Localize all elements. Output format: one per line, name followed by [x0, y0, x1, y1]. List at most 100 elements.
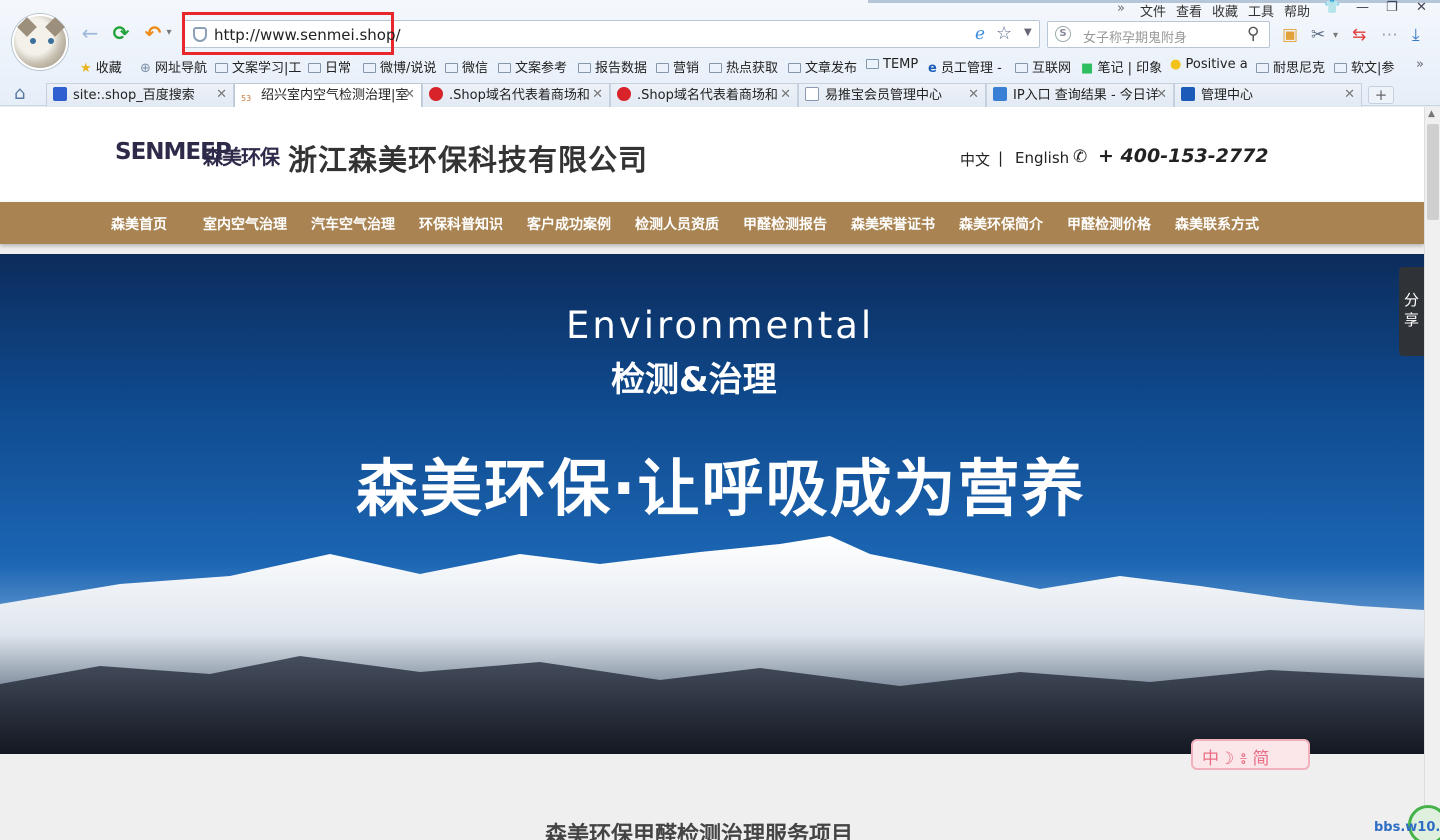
- bookmark-label: Positive a: [1185, 57, 1248, 72]
- translate-icon[interactable]: ⇆: [1352, 25, 1366, 45]
- nav-report[interactable]: 甲醛检测报告: [743, 214, 827, 234]
- tab-close-icon[interactable]: ✕: [968, 87, 979, 102]
- home-icon[interactable]: ⌂: [14, 83, 25, 104]
- menu-favorites[interactable]: 收藏: [1212, 1, 1238, 20]
- tab-senmei[interactable]: 53 绍兴室内空气检测治理|室 ✕: [234, 83, 422, 107]
- tab-close-icon[interactable]: ✕: [1156, 87, 1167, 102]
- bookmark-folder-report[interactable]: 报告数据: [578, 57, 647, 76]
- bookmark-overflow-icon[interactable]: »: [1416, 57, 1424, 72]
- nav-indoor-air[interactable]: 室内空气治理: [203, 214, 287, 234]
- nav-about[interactable]: 森美环保简介: [959, 214, 1043, 234]
- refresh-icon[interactable]: ⟳: [110, 22, 132, 44]
- bookmark-folder-soft[interactable]: 软文|参: [1334, 57, 1394, 76]
- more-icon[interactable]: ⋯: [1381, 25, 1398, 45]
- search-box[interactable]: S 女子称孕期鬼附身 ⚲: [1047, 21, 1270, 48]
- menu-file[interactable]: 文件: [1140, 1, 1166, 20]
- tab-yituibao[interactable]: 易推宝会员管理中心 ✕: [798, 83, 986, 107]
- favorite-star-icon[interactable]: ☆: [996, 23, 1012, 44]
- search-placeholder[interactable]: 女子称孕期鬼附身: [1083, 27, 1187, 46]
- bookmark-folder-hot[interactable]: 热点获取: [709, 57, 778, 76]
- nav-car-air[interactable]: 汽车空气治理: [311, 214, 395, 234]
- bookmark-positive[interactable]: ● Positive a: [1170, 57, 1248, 72]
- ie-compat-icon[interactable]: ℯ: [975, 24, 985, 44]
- share-button[interactable]: 分 享: [1399, 267, 1424, 356]
- avatar-ear-left: [17, 17, 37, 37]
- lang-english-link[interactable]: English: [1015, 149, 1069, 167]
- tab-admin[interactable]: 管理中心 ✕: [1174, 83, 1362, 107]
- nav-honors[interactable]: 森美荣誉证书: [851, 214, 935, 234]
- red-e-icon: [429, 87, 443, 101]
- bookmark-folder-temp[interactable]: TEMP: [866, 57, 918, 72]
- nav-cases[interactable]: 客户成功案例: [527, 214, 611, 234]
- bookmark-label: 笔记 | 印象: [1097, 61, 1163, 76]
- nav-science[interactable]: 环保科普知识: [419, 214, 503, 234]
- address-url[interactable]: http://www.senmei.shop/: [214, 26, 401, 44]
- lang-chinese-link[interactable]: 中文: [960, 149, 990, 170]
- search-icon[interactable]: ⚲: [1247, 24, 1259, 44]
- bookmark-tool-icon[interactable]: ▣: [1282, 25, 1298, 45]
- bookmark-folder-nesi[interactable]: 耐思尼克: [1256, 57, 1325, 76]
- bookmark-label: 热点获取: [726, 61, 779, 76]
- menu-tools[interactable]: 工具: [1248, 1, 1274, 20]
- restore-icon[interactable]: ❐: [1386, 0, 1398, 15]
- folder-icon: [363, 63, 376, 73]
- page-scrollbar[interactable]: ▲: [1424, 107, 1440, 840]
- tab-baidu-search[interactable]: site:.shop_百度搜索 ✕: [46, 83, 234, 107]
- nav-price[interactable]: 甲醛检测价格: [1067, 214, 1151, 234]
- address-dropdown-icon[interactable]: ▼: [1024, 27, 1032, 38]
- bookmark-folder-weibo[interactable]: 微博/说说: [363, 57, 436, 76]
- bookmark-label: 微博/说说: [380, 61, 437, 76]
- download-icon[interactable]: ⤓: [1412, 25, 1420, 45]
- phone-digits: 400-153-2772: [1120, 145, 1269, 167]
- scrollbar-thumb[interactable]: [1427, 124, 1439, 220]
- bookmark-evernote[interactable]: ■ 笔记 | 印象: [1081, 57, 1162, 76]
- bookmark-folder-copy[interactable]: 文案学习|工: [215, 57, 301, 76]
- tab-shop-domain-1[interactable]: .Shop域名代表着商场和 ✕: [422, 83, 610, 107]
- bookmark-folder-publish[interactable]: 文章发布: [788, 57, 857, 76]
- nav-contact[interactable]: 森美联系方式: [1175, 214, 1259, 234]
- folder-icon: [866, 59, 879, 69]
- scissors-dropdown-icon[interactable]: ▾: [1333, 30, 1338, 41]
- minimize-icon[interactable]: —: [1356, 0, 1369, 15]
- tab-shop-domain-2[interactable]: .Shop域名代表着商场和 ✕: [610, 83, 798, 107]
- security-shield-icon[interactable]: [193, 27, 207, 42]
- tab-bar: ⌂ site:.shop_百度搜索 ✕ 53 绍兴室内空气检测治理|室 ✕ .Shop…: [0, 81, 1440, 107]
- scissors-icon[interactable]: ✂: [1311, 25, 1325, 45]
- undo-icon[interactable]: ↶: [142, 22, 164, 44]
- bookmark-favorites[interactable]: ★ 收藏: [80, 57, 122, 76]
- bookmark-label: 微信: [462, 61, 489, 76]
- bookmark-folder-internet[interactable]: 互联网: [1015, 57, 1071, 76]
- banner-title-cn: 检测&治理: [611, 360, 777, 400]
- bookmark-folder-wechat[interactable]: 微信: [445, 57, 488, 76]
- tab-close-icon[interactable]: ✕: [780, 87, 791, 102]
- tab-close-icon[interactable]: ✕: [404, 87, 415, 102]
- bookmark-site-nav[interactable]: ⊕ 网址导航: [140, 57, 207, 76]
- search-engine-icon[interactable]: S: [1055, 26, 1071, 42]
- user-avatar[interactable]: [12, 14, 68, 70]
- bookmark-folder-marketing[interactable]: 营销: [656, 57, 699, 76]
- ime-status-badge[interactable]: 中☽ ៖ 简: [1191, 739, 1310, 770]
- skin-icon[interactable]: 👕: [1324, 0, 1340, 15]
- new-tab-button[interactable]: +: [1368, 86, 1394, 104]
- address-bar[interactable]: http://www.senmei.shop/ ℯ ☆ ▼: [182, 12, 1040, 55]
- star-icon: ★: [80, 61, 92, 76]
- undo-dropdown-icon[interactable]: ▾: [164, 22, 174, 44]
- menu-help[interactable]: 帮助: [1284, 1, 1310, 20]
- tab-close-icon[interactable]: ✕: [216, 87, 227, 102]
- bookmark-folder-daily[interactable]: 日常: [308, 57, 351, 76]
- bookmark-staff[interactable]: e 员工管理 -: [928, 57, 1002, 76]
- nav-qualification[interactable]: 检测人员资质: [635, 214, 719, 234]
- site-logo-cn[interactable]: 森美环保: [203, 141, 280, 170]
- close-window-icon[interactable]: ✕: [1416, 0, 1427, 15]
- bookmark-folder-copyref[interactable]: 文案参考: [498, 57, 567, 76]
- menu-overflow-icon[interactable]: »: [1117, 1, 1125, 16]
- tab-close-icon[interactable]: ✕: [592, 87, 603, 102]
- back-arrow-icon[interactable]: ←: [79, 22, 101, 44]
- menu-view[interactable]: 查看: [1176, 1, 1202, 20]
- folder-icon: [498, 63, 511, 73]
- scroll-up-icon[interactable]: ▲: [1428, 109, 1435, 119]
- tab-ip-query[interactable]: IP入口 查询结果 - 今日详 ✕: [986, 83, 1174, 107]
- nav-home[interactable]: 森美首页: [111, 214, 167, 234]
- avatar-ear-right: [45, 17, 65, 37]
- tab-close-icon[interactable]: ✕: [1344, 87, 1355, 102]
